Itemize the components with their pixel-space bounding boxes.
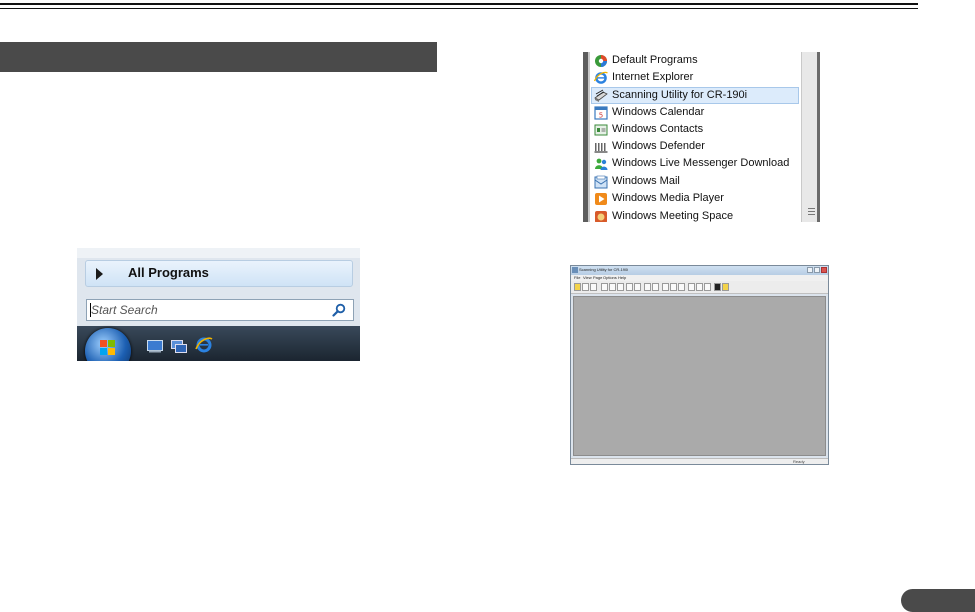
program-item-windows-media-player[interactable]: Windows Media Player bbox=[592, 191, 801, 208]
program-item-label: Windows Live Messenger Download bbox=[612, 157, 790, 169]
scan-batch-icon[interactable] bbox=[696, 283, 703, 291]
meeting-space-icon bbox=[595, 211, 607, 222]
window-title: Scanning Utility for CR-190i bbox=[579, 267, 629, 272]
default-programs-icon bbox=[595, 55, 607, 67]
program-item-windows-live-messenger[interactable]: Windows Live Messenger Download bbox=[592, 156, 801, 173]
minimize-button[interactable] bbox=[807, 267, 813, 273]
scanning-utility-window: Scanning Utility for CR-190i File View P… bbox=[570, 265, 829, 465]
zoom-in-icon[interactable] bbox=[626, 283, 633, 291]
close-button[interactable] bbox=[821, 267, 827, 273]
menu-options[interactable]: Options bbox=[603, 275, 617, 280]
svg-text:5: 5 bbox=[599, 112, 603, 120]
next-page-icon[interactable] bbox=[678, 283, 685, 291]
save-icon[interactable] bbox=[582, 283, 589, 291]
program-item-label: Default Programs bbox=[612, 54, 698, 66]
start-menu-screenshot: All Programs bbox=[77, 248, 360, 361]
scrollbar-grip-icon bbox=[808, 208, 815, 209]
fit-width-icon[interactable] bbox=[644, 283, 651, 291]
start-search-box[interactable] bbox=[86, 299, 354, 321]
image-display-area[interactable] bbox=[573, 296, 826, 456]
eject-icon[interactable] bbox=[714, 283, 721, 291]
window-title-bar[interactable]: Scanning Utility for CR-190i bbox=[571, 266, 828, 275]
fit-page-icon[interactable] bbox=[652, 283, 659, 291]
program-item-windows-contacts[interactable]: Windows Contacts bbox=[592, 122, 801, 139]
stop-icon[interactable] bbox=[704, 283, 711, 291]
program-item-label: Windows Calendar bbox=[612, 106, 705, 118]
status-bar: Ready bbox=[571, 458, 828, 464]
help-icon[interactable] bbox=[722, 283, 729, 291]
contacts-icon bbox=[594, 124, 608, 136]
open-folder-icon[interactable] bbox=[574, 283, 581, 291]
page-number-tab bbox=[901, 589, 975, 612]
all-programs-button[interactable]: All Programs bbox=[85, 260, 353, 287]
edit-icon[interactable] bbox=[590, 283, 597, 291]
scan-icon[interactable] bbox=[688, 283, 695, 291]
all-programs-label: All Programs bbox=[128, 265, 209, 280]
start-menu-top-area bbox=[77, 248, 360, 258]
status-text: Ready bbox=[793, 459, 805, 464]
switch-windows-icon[interactable] bbox=[171, 340, 187, 353]
all-programs-list-screenshot: Default Programs Internet Explorer Scann… bbox=[583, 52, 820, 222]
triangle-right-icon bbox=[96, 268, 103, 280]
scanning-utility-icon bbox=[594, 89, 608, 102]
windows-start-orb-icon[interactable] bbox=[85, 328, 131, 361]
program-item-default-programs[interactable]: Default Programs bbox=[592, 53, 801, 70]
program-item-windows-calendar[interactable]: 5 Windows Calendar bbox=[592, 105, 801, 122]
program-item-internet-explorer[interactable]: Internet Explorer bbox=[592, 70, 801, 87]
defender-icon bbox=[594, 143, 608, 153]
start-search-input[interactable] bbox=[91, 302, 327, 318]
section-heading-bar bbox=[0, 42, 437, 72]
layout-grid-icon[interactable] bbox=[609, 283, 616, 291]
zoom-out-icon[interactable] bbox=[634, 283, 641, 291]
menu-file[interactable]: File bbox=[574, 275, 580, 280]
layout-multi-icon[interactable] bbox=[617, 283, 624, 291]
program-item-windows-meeting-space[interactable]: Windows Meeting Space bbox=[592, 209, 801, 222]
calendar-icon: 5 bbox=[594, 106, 608, 120]
media-player-icon bbox=[595, 193, 607, 205]
mail-icon bbox=[594, 175, 608, 189]
header-rule-thick bbox=[0, 3, 918, 5]
header-rule-thin bbox=[0, 8, 918, 9]
menu-help[interactable]: Help bbox=[618, 275, 626, 280]
show-desktop-icon[interactable] bbox=[147, 340, 163, 353]
program-item-windows-mail[interactable]: Windows Mail bbox=[592, 174, 801, 191]
list-left-border-inner bbox=[588, 52, 590, 222]
previous-page-icon[interactable] bbox=[670, 283, 677, 291]
list-right-border bbox=[817, 52, 820, 222]
menu-page[interactable]: Page bbox=[593, 275, 602, 280]
program-item-scanning-utility[interactable]: Scanning Utility for CR-190i bbox=[591, 87, 799, 104]
layout-single-icon[interactable] bbox=[601, 283, 608, 291]
app-icon bbox=[572, 267, 578, 273]
program-item-windows-defender[interactable]: Windows Defender bbox=[592, 139, 801, 156]
messenger-icon bbox=[595, 158, 608, 170]
internet-explorer-icon[interactable] bbox=[195, 336, 213, 354]
maximize-button[interactable] bbox=[814, 267, 820, 273]
program-item-label: Scanning Utility for CR-190i bbox=[612, 89, 748, 101]
program-item-label: Internet Explorer bbox=[612, 71, 694, 83]
program-item-label: Windows Defender bbox=[612, 140, 705, 152]
search-icon[interactable] bbox=[332, 303, 346, 317]
program-item-label: Windows Media Player bbox=[612, 192, 724, 204]
internet-explorer-icon bbox=[594, 71, 608, 84]
toolbar bbox=[571, 281, 828, 294]
menu-view[interactable]: View bbox=[583, 275, 592, 280]
first-page-icon[interactable] bbox=[662, 283, 669, 291]
program-item-label: Windows Mail bbox=[612, 175, 680, 187]
program-item-label: Windows Contacts bbox=[612, 123, 704, 135]
program-item-label: Windows Meeting Space bbox=[612, 210, 734, 222]
